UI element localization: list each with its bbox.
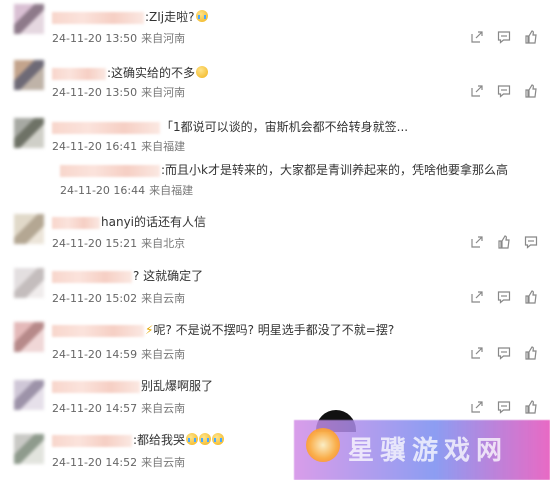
comment-icon[interactable]	[497, 30, 511, 44]
avatar[interactable]	[14, 380, 44, 410]
comment-text: 别乱爆啊服了	[141, 379, 214, 393]
username-blurred[interactable]	[52, 216, 100, 229]
comment-line: :都给我哭	[52, 432, 225, 448]
location: 来自福建	[141, 140, 186, 153]
reply-meta: 24-11-20 16:44 来自福建	[60, 182, 193, 198]
username-blurred[interactable]	[52, 270, 132, 283]
comment-line: :这确实给的不多	[52, 65, 209, 81]
username-blurred[interactable]	[52, 67, 106, 80]
comment-actions	[470, 346, 538, 360]
share-icon[interactable]	[470, 84, 484, 98]
comment-meta: 24-11-20 14:52 来自云南	[52, 454, 185, 470]
timestamp: 24-11-20 13:50	[52, 32, 138, 45]
comment-icon[interactable]	[497, 346, 511, 360]
avatar[interactable]	[14, 322, 44, 352]
comment-meta: 24-11-20 15:02 来自云南	[52, 290, 185, 306]
comment-actions	[470, 290, 538, 304]
crying-emoji-icon	[212, 433, 225, 445]
watermark-text: 星骥游戏网	[348, 436, 509, 466]
crying-emoji-icon	[195, 10, 208, 22]
share-icon[interactable]	[470, 235, 484, 249]
location: 来自福建	[149, 184, 194, 197]
location: 来自云南	[141, 402, 186, 415]
location: 来自河南	[141, 32, 186, 45]
smile-emoji-icon	[196, 66, 209, 78]
reply-text: :而且小k才是转来的，大家都是青训养起来的，凭啥他要拿那么高	[161, 163, 508, 177]
timestamp: 24-11-20 13:50	[52, 86, 138, 99]
crying-emoji-icon	[199, 433, 212, 445]
comment-actions	[470, 84, 538, 98]
comment-line: 别乱爆啊服了	[52, 378, 213, 394]
comment-line: :ZIj走啦?	[52, 9, 208, 25]
username-blurred[interactable]	[52, 380, 140, 393]
comment-meta: 24-11-20 13:50 来自河南	[52, 30, 185, 46]
like-icon[interactable]	[524, 84, 538, 98]
location: 来自北京	[141, 237, 186, 250]
like-icon[interactable]	[524, 290, 538, 304]
avatar[interactable]	[14, 268, 44, 298]
username-blurred[interactable]	[52, 434, 132, 447]
location: 来自云南	[141, 292, 186, 305]
comment-line: ? 这就确定了	[52, 268, 203, 284]
comment-actions	[470, 400, 538, 414]
timestamp: 24-11-20 14:52	[52, 456, 138, 469]
comment-line: hanyi的话还有人信	[52, 214, 206, 230]
comment-meta: 24-11-20 16:41 来自福建	[52, 138, 185, 154]
comment-icon[interactable]	[497, 290, 511, 304]
username-blurred[interactable]	[60, 164, 160, 177]
avatar[interactable]	[14, 60, 44, 90]
timestamp: 24-11-20 15:02	[52, 292, 138, 305]
avatar[interactable]	[14, 118, 44, 148]
timestamp: 24-11-20 14:57	[52, 402, 138, 415]
username-blurred[interactable]	[52, 11, 144, 24]
share-icon[interactable]	[470, 400, 484, 414]
share-icon[interactable]	[470, 290, 484, 304]
avatar[interactable]	[14, 4, 44, 34]
timestamp: 24-11-20 15:21	[52, 237, 138, 250]
like-icon[interactable]	[524, 400, 538, 414]
comment-text: :ZIj走啦?	[145, 10, 195, 24]
comment-icon[interactable]	[497, 400, 511, 414]
share-icon[interactable]	[470, 346, 484, 360]
like-icon[interactable]	[497, 235, 511, 249]
timestamp: 24-11-20 16:44	[60, 184, 146, 197]
comment-icon[interactable]	[497, 84, 511, 98]
crying-emoji-icon	[186, 433, 199, 445]
comment-actions	[470, 30, 538, 44]
like-icon[interactable]	[524, 346, 538, 360]
comment-text: :这确实给的不多	[107, 66, 196, 80]
share-icon[interactable]	[470, 30, 484, 44]
username-blurred[interactable]	[52, 324, 144, 337]
like-icon[interactable]	[524, 30, 538, 44]
avatar[interactable]	[14, 214, 44, 244]
comment-meta: 24-11-20 14:57 来自云南	[52, 400, 185, 416]
comment-text: 呢? 不是说不摆吗? 明星选手都没了不就=摆?	[153, 323, 395, 337]
watermark-logo-icon	[306, 428, 340, 462]
comment-text: hanyi的话还有人信	[101, 215, 207, 229]
comment-text: 「1都说可以谈的，宙斯机会都不给转身就签...	[161, 120, 409, 134]
location: 来自云南	[141, 348, 186, 361]
comment-meta: 24-11-20 13:50 来自河南	[52, 84, 185, 100]
comment-text: :都给我哭	[133, 433, 186, 447]
reply-line: :而且小k才是转来的，大家都是青训养起来的，凭啥他要拿那么高	[60, 162, 508, 178]
timestamp: 24-11-20 16:41	[52, 140, 138, 153]
avatar[interactable]	[14, 434, 44, 464]
comment-meta: 24-11-20 15:21 来自北京	[52, 235, 185, 251]
location: 来自河南	[141, 86, 186, 99]
location: 来自云南	[141, 456, 186, 469]
username-blurred[interactable]	[52, 121, 160, 134]
comment-text: ? 这就确定了	[133, 269, 204, 283]
comment-line: 「1都说可以谈的，宙斯机会都不给转身就签...	[52, 119, 408, 135]
comment-icon[interactable]	[524, 235, 538, 249]
comment-meta: 24-11-20 14:59 来自云南	[52, 346, 185, 362]
timestamp: 24-11-20 14:59	[52, 348, 138, 361]
comment-line: ⚡呢? 不是说不摆吗? 明星选手都没了不就=摆?	[52, 322, 394, 338]
comment-actions	[470, 235, 538, 249]
